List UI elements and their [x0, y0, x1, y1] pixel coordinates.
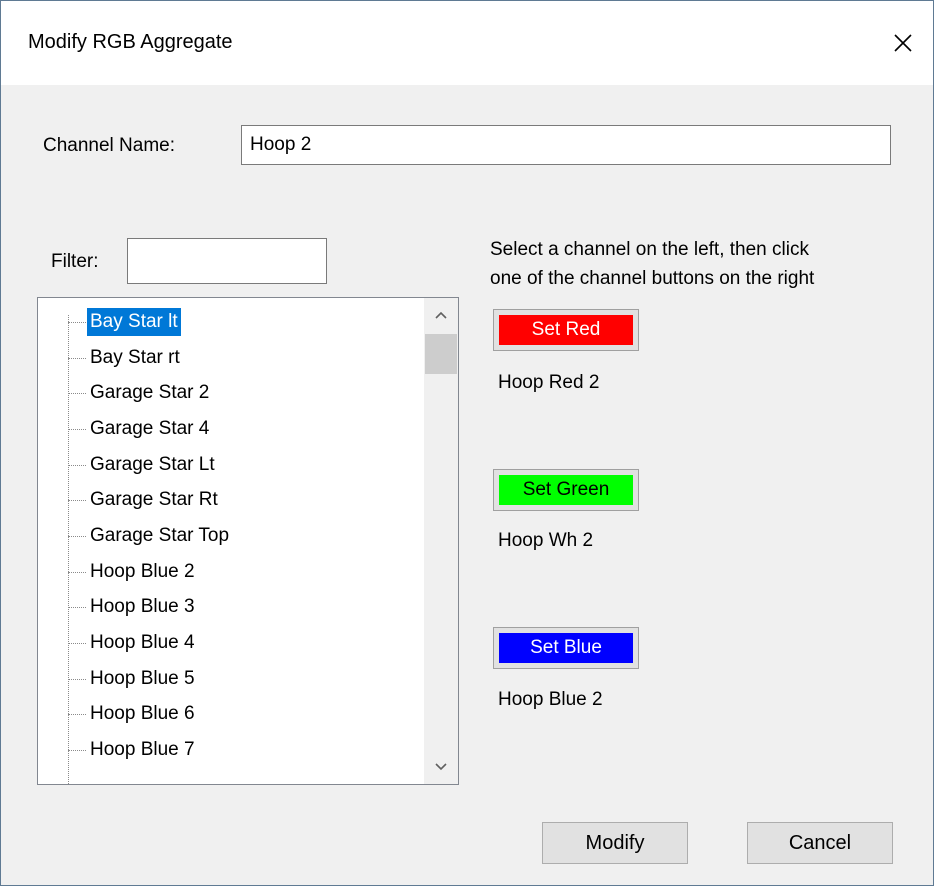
tree-item[interactable]: Garage Star Lt [38, 449, 418, 483]
instructions-line-2: one of the channel buttons on the right [490, 268, 815, 289]
tree-item[interactable]: Hoop Blue 3 [38, 591, 418, 625]
green-channel-assigned: Hoop Wh 2 [498, 530, 594, 551]
tree-item[interactable]: Hoop Blue 7 [38, 734, 418, 768]
scroll-down-button[interactable] [424, 750, 458, 784]
tree-item[interactable]: Garage Star 2 [38, 377, 418, 411]
tree-item[interactable]: Hoop Blue 2 [38, 556, 418, 590]
modify-rgb-aggregate-dialog: Modify RGB Aggregate Channel Name: Filte… [0, 0, 934, 886]
chevron-down-icon [435, 763, 447, 771]
window-title: Modify RGB Aggregate [28, 31, 233, 53]
tree-item-label: Garage Star Top [90, 525, 230, 546]
blue-channel-assigned: Hoop Blue 2 [498, 689, 603, 710]
red-channel-assigned: Hoop Red 2 [498, 372, 600, 393]
tree-item[interactable]: Hoop Blue 4 [38, 627, 418, 661]
close-button[interactable] [873, 1, 933, 85]
tree-item-label: Hoop Blue 2 [90, 561, 195, 582]
tree-item-label: Hoop Blue 6 [90, 703, 195, 724]
title-bar: Modify RGB Aggregate [1, 1, 933, 85]
tree-scrollbar[interactable] [424, 298, 458, 784]
set-green-button[interactable]: Set Green [493, 469, 639, 511]
tree-item-label: Bay Star lt [87, 308, 181, 336]
close-icon [894, 34, 912, 52]
instructions-text: Select a channel on the left, then click… [490, 235, 814, 293]
tree-item-label: Garage Star 4 [90, 418, 210, 439]
cancel-button[interactable]: Cancel [747, 822, 893, 864]
tree-item[interactable]: Hoop Blue 5 [38, 663, 418, 697]
tree-item-label: Garage Star Lt [90, 454, 215, 475]
scroll-thumb[interactable] [425, 334, 457, 374]
set-red-button[interactable]: Set Red [493, 309, 639, 351]
tree-item-label: Hoop Blue 7 [90, 739, 195, 760]
tree-item[interactable]: Garage Star Top [38, 520, 418, 554]
tree-item-label: Hoop Blue 5 [90, 668, 195, 689]
chevron-up-icon [435, 311, 447, 319]
scroll-up-button[interactable] [424, 298, 458, 332]
instructions-line-1: Select a channel on the left, then click [490, 239, 809, 260]
set-green-button-label: Set Green [499, 475, 633, 505]
tree-item-label: Hoop Blue 4 [90, 632, 195, 653]
tree-item-label: Garage Star 2 [90, 382, 210, 403]
channel-name-input[interactable] [241, 125, 891, 165]
filter-input[interactable] [127, 238, 327, 284]
channel-name-label: Channel Name: [43, 135, 176, 156]
tree-item-label: Garage Star Rt [90, 489, 218, 510]
tree-item-label: Hoop Blue 3 [90, 596, 195, 617]
set-blue-button[interactable]: Set Blue [493, 627, 639, 669]
tree-item[interactable]: Garage Star Rt [38, 484, 418, 518]
channel-tree[interactable]: Bay Star lt Bay Star rt Garage Star 2 Ga… [37, 297, 459, 785]
filter-label: Filter: [51, 251, 99, 272]
set-red-button-label: Set Red [499, 315, 633, 345]
modify-button[interactable]: Modify [542, 822, 688, 864]
tree-item-label: Bay Star rt [90, 347, 180, 368]
tree-item[interactable]: Bay Star lt [38, 306, 418, 340]
tree-item[interactable]: Garage Star 4 [38, 413, 418, 447]
tree-item[interactable]: Hoop Blue 6 [38, 698, 418, 732]
set-blue-button-label: Set Blue [499, 633, 633, 663]
tree-item[interactable]: Bay Star rt [38, 342, 418, 376]
